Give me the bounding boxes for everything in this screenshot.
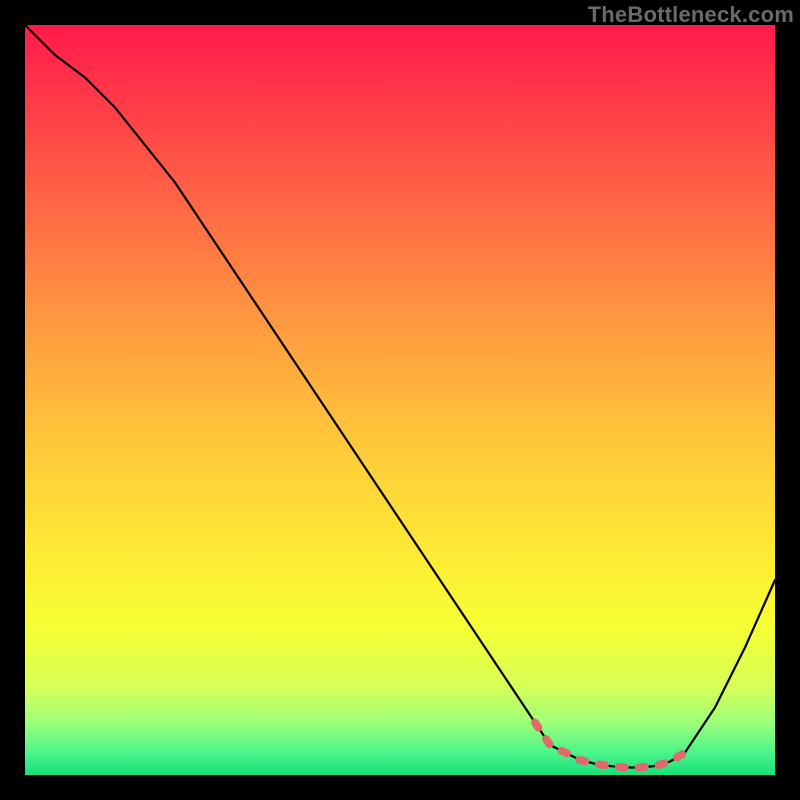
chart-container: TheBottleneck.com bbox=[0, 0, 800, 800]
watermark-label: TheBottleneck.com bbox=[588, 2, 794, 28]
plot-area bbox=[25, 25, 775, 775]
background-gradient bbox=[25, 25, 775, 775]
chart-svg bbox=[25, 25, 775, 775]
